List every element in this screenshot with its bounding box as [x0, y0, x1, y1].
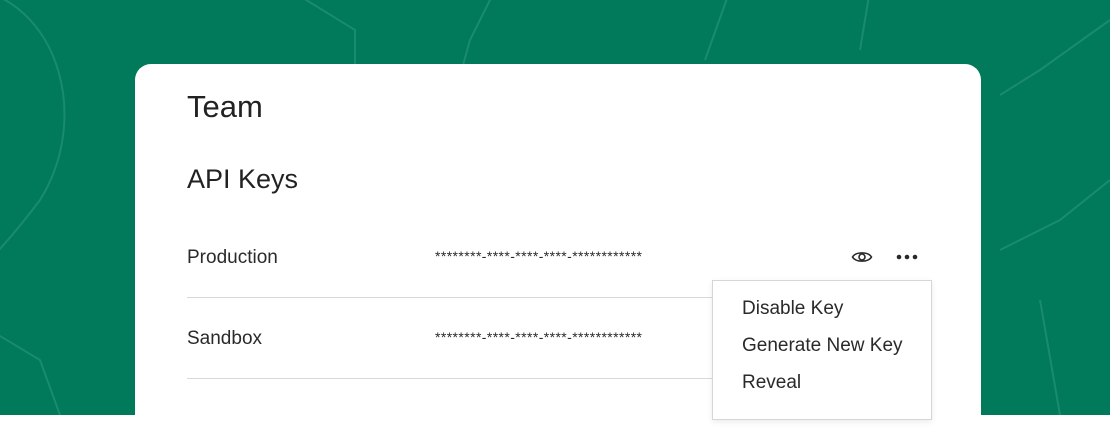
- section-title: API Keys: [187, 164, 299, 194]
- more-horizontal-icon[interactable]: [893, 243, 921, 271]
- menu-item-generate-new-key[interactable]: Generate New Key: [713, 327, 931, 364]
- menu-item-disable-key[interactable]: Disable Key: [713, 290, 931, 327]
- api-key-masked-value: ********-****-****-****-************: [435, 329, 643, 345]
- key-actions-menu: Disable Key Generate New Key Reveal: [712, 280, 932, 420]
- api-key-name: Production: [187, 247, 278, 268]
- page-title: Team: [187, 89, 263, 124]
- api-key-masked-value: ********-****-****-****-************: [435, 248, 643, 264]
- api-key-name: Sandbox: [187, 328, 263, 349]
- menu-item-reveal[interactable]: Reveal: [713, 364, 931, 401]
- eye-icon[interactable]: [848, 243, 876, 271]
